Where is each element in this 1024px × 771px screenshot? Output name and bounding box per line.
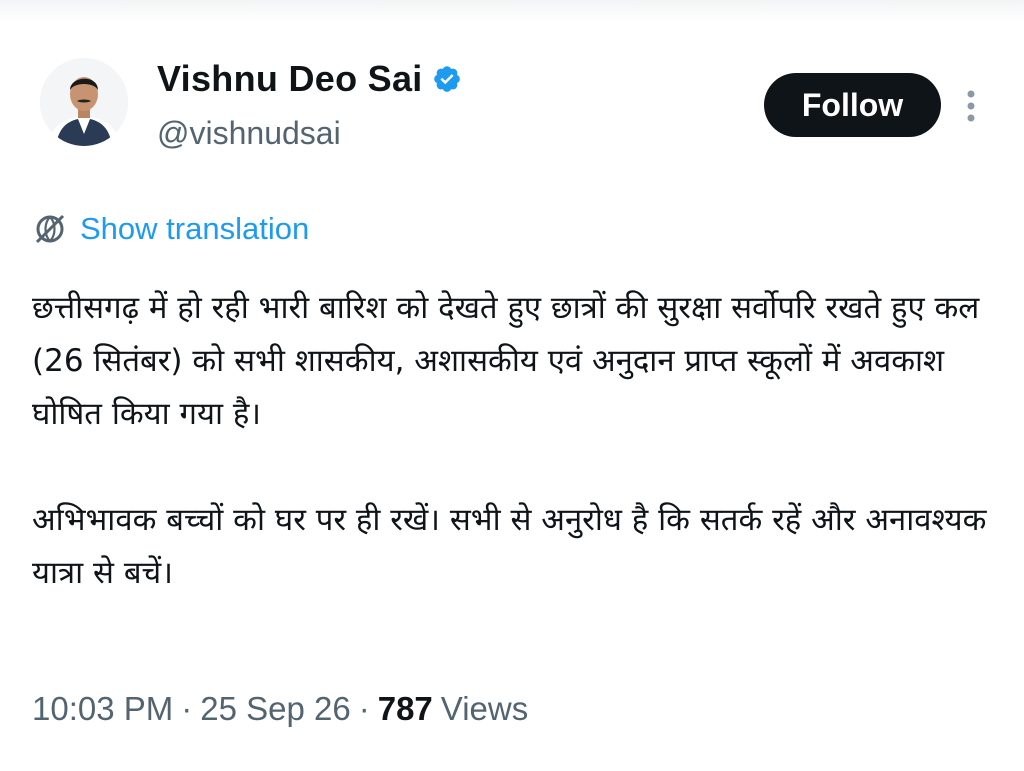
show-translation-link[interactable]: Show translation bbox=[32, 211, 309, 247]
meta-separator: · bbox=[181, 690, 193, 727]
tweet-time[interactable]: 10:03 PM bbox=[32, 690, 173, 728]
show-translation-label: Show translation bbox=[80, 211, 310, 246]
top-fade bbox=[0, 0, 1024, 22]
tweet-paragraph-1: छत्तीसगढ़ में हो रही भारी बारिश को देखते… bbox=[32, 290, 980, 432]
verified-badge-icon bbox=[433, 66, 460, 92]
avatar[interactable] bbox=[40, 58, 128, 146]
views-label: Views bbox=[440, 690, 529, 727]
author-name-row: Vishnu Deo Sai bbox=[157, 58, 462, 100]
tweet-text: छत्तीसगढ़ में हो रही भारी बारिश को देखते… bbox=[32, 282, 992, 600]
tweet-paragraph-2: अभिभावक बच्चों को घर पर ही रखें। सभी से … bbox=[32, 502, 987, 591]
tweet-meta: 10:03 PM · 25 Sep 26 · 787 Views bbox=[32, 690, 528, 728]
author-handle[interactable]: @vishnudsai bbox=[157, 115, 341, 152]
author-name[interactable]: Vishnu Deo Sai bbox=[157, 58, 423, 100]
views-count: 787 bbox=[377, 690, 433, 727]
globe-icon bbox=[35, 214, 65, 244]
vertical-ellipsis-icon[interactable] bbox=[958, 86, 984, 126]
follow-button[interactable]: Follow bbox=[764, 73, 941, 137]
meta-separator: · bbox=[358, 690, 370, 727]
tweet-date[interactable]: 25 Sep 26 bbox=[200, 690, 350, 728]
